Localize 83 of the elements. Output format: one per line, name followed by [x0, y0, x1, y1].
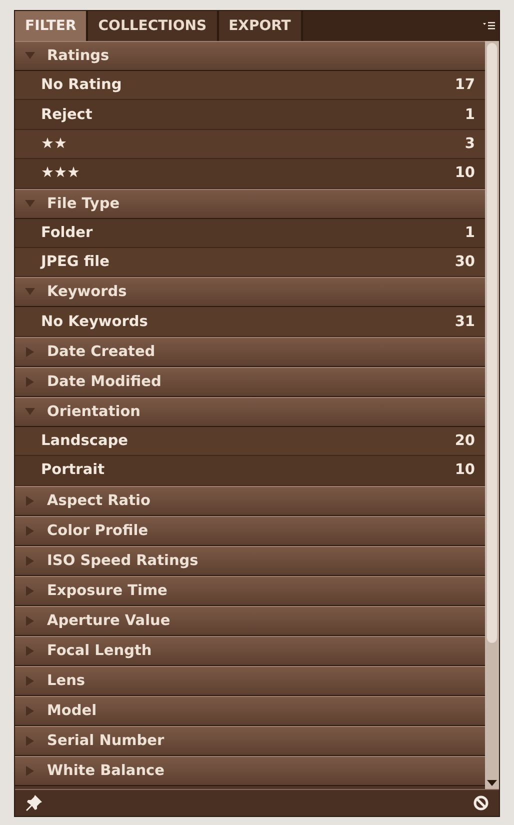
clear-filter-icon[interactable] [473, 795, 489, 811]
filter-count: 31 [454, 314, 475, 330]
pin-icon[interactable] [25, 794, 43, 812]
panel-tab[interactable]: FILTER [15, 11, 88, 41]
section-title: ISO Speed Ratings [47, 552, 198, 569]
section-header[interactable]: File Type [15, 188, 485, 219]
disclosure-triangle-icon[interactable] [25, 526, 35, 536]
section-header[interactable]: Orientation [15, 396, 485, 427]
section-title: Exposure Time [47, 582, 168, 599]
filter-count: 1 [464, 224, 475, 241]
filter-label: ★★ [41, 136, 67, 152]
panel-tab[interactable]: EXPORT [218, 11, 303, 41]
section-title: Aspect Ratio [47, 492, 150, 509]
section-header[interactable]: Keywords [15, 277, 485, 308]
scroll-down-icon[interactable] [487, 779, 497, 787]
disclosure-triangle-icon[interactable] [25, 706, 35, 716]
scrollbar[interactable] [485, 41, 499, 789]
filter-row[interactable]: No Keywords 31 [15, 307, 485, 337]
section-header[interactable]: Exposure Time [15, 576, 485, 606]
section-header[interactable]: Color Profile [15, 516, 485, 546]
section-title: Lens [47, 672, 86, 689]
disclosure-triangle-icon[interactable] [25, 496, 35, 506]
section-header[interactable]: Date Modified [15, 366, 485, 397]
filter-row[interactable]: Portrait 10 [15, 456, 485, 486]
filter-row[interactable]: ★★★ 10 [15, 159, 485, 189]
disclosure-triangle-icon[interactable] [25, 287, 35, 298]
filter-label: Reject [41, 106, 92, 123]
disclosure-triangle-icon[interactable] [25, 676, 35, 686]
section-title: File Type [47, 196, 120, 212]
section-header[interactable]: Lens [15, 666, 485, 696]
disclosure-triangle-icon[interactable] [25, 346, 35, 357]
filter-label: JPEG file [41, 254, 110, 270]
filter-row[interactable]: Reject 1 [15, 100, 485, 130]
filter-row[interactable]: ★★ 3 [15, 130, 485, 160]
section-title: Aperture Value [47, 612, 170, 629]
filter-label: Portrait [41, 462, 105, 478]
disclosure-triangle-icon[interactable] [25, 376, 35, 387]
section-title: Model [47, 702, 97, 719]
filter-count: 17 [454, 77, 475, 94]
section-title: Focal Length [47, 642, 152, 659]
disclosure-triangle-icon[interactable] [25, 646, 35, 656]
filter-row[interactable]: Landscape 20 [15, 426, 485, 456]
filter-count: 10 [454, 165, 475, 182]
section-title: White Balance [47, 762, 164, 779]
disclosure-triangle-icon[interactable] [25, 766, 35, 776]
filter-count: 30 [454, 254, 475, 270]
panel-tab[interactable]: COLLECTIONS [88, 11, 219, 41]
disclosure-triangle-icon[interactable] [25, 586, 35, 596]
section-header[interactable]: Date Created [15, 336, 485, 367]
section-header[interactable]: Focal Length [15, 636, 485, 666]
section-header[interactable]: White Balance [15, 756, 485, 786]
disclosure-triangle-icon[interactable] [25, 736, 35, 746]
section-title: Ratings [47, 48, 110, 64]
disclosure-triangle-icon[interactable] [25, 556, 35, 566]
section-header[interactable]: Aperture Value [15, 606, 485, 636]
section-title: Keywords [47, 284, 127, 300]
disclosure-triangle-icon[interactable] [25, 198, 35, 209]
section-title: Orientation [47, 404, 141, 420]
section-title: Serial Number [47, 732, 164, 749]
disclosure-triangle-icon[interactable] [25, 406, 35, 417]
section-title: Color Profile [47, 522, 148, 539]
section-title: Date Modified [47, 374, 162, 390]
filter-label: Folder [41, 224, 93, 241]
section-title: Date Created [47, 344, 156, 360]
section-header[interactable]: Model [15, 696, 485, 726]
disclosure-triangle-icon[interactable] [25, 616, 35, 626]
filter-label: Landscape [41, 432, 128, 449]
filter-row[interactable]: JPEG file 30 [15, 248, 485, 278]
disclosure-triangle-icon[interactable] [25, 51, 35, 61]
filter-count: 20 [454, 432, 475, 449]
filter-row[interactable]: No Rating 17 [15, 71, 485, 100]
filter-label: No Rating [41, 77, 122, 94]
panel-menu-icon[interactable] [483, 21, 495, 31]
filter-label: ★★★ [41, 165, 80, 182]
filter-count: 3 [464, 136, 475, 152]
section-header[interactable]: ISO Speed Ratings [15, 546, 485, 576]
filter-count: 10 [454, 462, 475, 478]
filter-label: No Keywords [41, 314, 148, 330]
filter-count: 1 [464, 106, 475, 123]
section-header[interactable]: Aspect Ratio [15, 486, 485, 516]
section-header[interactable]: Serial Number [15, 726, 485, 756]
section-header[interactable]: Ratings [15, 41, 485, 71]
filter-row[interactable]: Folder 1 [15, 218, 485, 248]
